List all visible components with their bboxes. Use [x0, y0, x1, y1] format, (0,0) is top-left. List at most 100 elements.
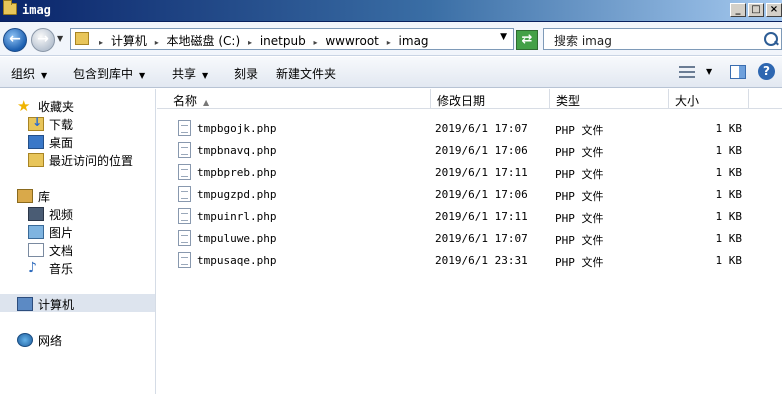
file-date: 2019/6/1 17:06 — [435, 188, 528, 201]
file-size: 1 KB — [715, 254, 743, 267]
nav-item-music[interactable]: ♪ 音乐 — [28, 259, 73, 277]
nav-item-computer[interactable]: 计算机 — [17, 295, 74, 313]
breadcrumb-item-inetpub[interactable]: inetpub — [260, 34, 306, 48]
chevron-down-icon[interactable]: ▼ — [706, 67, 712, 76]
pictures-icon — [28, 225, 44, 239]
php-file-icon — [178, 208, 191, 224]
file-type: PHP 文件 — [555, 124, 604, 137]
file-date: 2019/6/1 17:11 — [435, 166, 528, 179]
nav-item-favorites[interactable]: ★ 收藏夹 — [17, 97, 74, 115]
navigation-pane: ★ 收藏夹 下载 桌面 最近访问的位置 库 视频 图片 文档 ♪ 音乐 计算机 … — [0, 89, 156, 394]
column-header-name[interactable]: 名称 ▲ — [167, 89, 431, 109]
nav-item-downloads[interactable]: 下载 — [28, 115, 73, 133]
file-row[interactable]: tmpugzpd.php 2019/6/1 17:06 PHP 文件 1 KB — [157, 183, 782, 205]
file-date: 2019/6/1 17:07 — [435, 232, 528, 245]
php-file-icon — [178, 252, 191, 268]
network-icon — [17, 333, 33, 347]
breadcrumb-item-computer[interactable]: 计算机 — [111, 34, 147, 48]
desktop-icon — [28, 135, 44, 149]
share-label: 共享 — [172, 67, 197, 81]
php-file-icon — [178, 186, 191, 202]
sort-ascending-icon: ▲ — [203, 98, 210, 107]
nav-item-recent[interactable]: 最近访问的位置 — [28, 151, 133, 169]
chevron-right-icon[interactable]: ▸ — [314, 38, 318, 47]
close-button[interactable]: × — [766, 3, 782, 17]
search-icon[interactable] — [762, 30, 780, 48]
file-name: tmpbpreb.php — [197, 166, 277, 179]
forward-button[interactable]: → — [31, 28, 55, 52]
search-input[interactable]: 搜索 imag — [543, 28, 782, 50]
share-button[interactable]: 共享 ▼ — [172, 65, 208, 82]
nav-label: 图片 — [49, 225, 74, 240]
preview-pane-icon[interactable] — [730, 65, 746, 79]
breadcrumb-item-imag[interactable]: imag — [399, 34, 429, 48]
new-folder-button[interactable]: 新建文件夹 — [276, 65, 336, 82]
nav-item-videos[interactable]: 视频 — [28, 205, 73, 223]
file-date: 2019/6/1 17:07 — [435, 122, 528, 135]
file-type: PHP 文件 — [555, 168, 604, 181]
chevron-down-icon: ▼ — [139, 71, 146, 80]
php-file-icon — [178, 230, 191, 246]
chevron-right-icon[interactable]: ▸ — [155, 38, 159, 47]
nav-item-documents[interactable]: 文档 — [28, 241, 73, 259]
chevron-right-icon[interactable]: ▸ — [248, 38, 252, 47]
refresh-button[interactable]: ⇄ — [516, 30, 538, 50]
column-header-row: 名称 ▲ 修改日期 类型 大小 — [157, 89, 782, 109]
nav-label: 收藏夹 — [38, 99, 75, 114]
nav-label: 最近访问的位置 — [49, 153, 134, 168]
window-title: imag — [22, 3, 51, 17]
chevron-right-icon[interactable]: ▸ — [387, 38, 391, 47]
nav-label: 音乐 — [49, 261, 74, 276]
file-date: 2019/6/1 23:31 — [435, 254, 528, 267]
nav-item-desktop[interactable]: 桌面 — [28, 133, 73, 151]
back-button[interactable]: ← — [3, 28, 27, 52]
file-row[interactable]: tmpuluwe.php 2019/6/1 17:07 PHP 文件 1 KB — [157, 227, 782, 249]
history-dropdown-icon[interactable]: ▼ — [57, 34, 63, 43]
maximize-button[interactable]: □ — [748, 3, 764, 17]
nav-item-libraries[interactable]: 库 — [17, 187, 50, 205]
refresh-icon: ⇄ — [521, 32, 533, 47]
breadcrumb-item-drive[interactable]: 本地磁盘 (C:) — [167, 34, 241, 48]
help-icon[interactable]: ? — [758, 63, 775, 80]
file-row[interactable]: tmpuinrl.php 2019/6/1 17:11 PHP 文件 1 KB — [157, 205, 782, 227]
organize-button[interactable]: 组织 ▼ — [11, 65, 47, 82]
breadcrumb: ▸ 计算机 ▸ 本地磁盘 (C:) ▸ inetpub ▸ wwwroot ▸ … — [95, 32, 429, 49]
file-row[interactable]: tmpbpreb.php 2019/6/1 17:11 PHP 文件 1 KB — [157, 161, 782, 183]
file-row[interactable]: tmpusaqe.php 2019/6/1 23:31 PHP 文件 1 KB — [157, 249, 782, 271]
file-name: tmpugzpd.php — [197, 188, 277, 201]
organize-label: 组织 — [11, 67, 36, 81]
column-header-name-label: 名称 — [173, 94, 198, 108]
breadcrumb-item-wwwroot[interactable]: wwwroot — [325, 34, 379, 48]
file-type: PHP 文件 — [555, 212, 604, 225]
burn-button[interactable]: 刻录 — [234, 65, 258, 82]
address-dropdown-icon[interactable]: ▼ — [500, 32, 507, 42]
documents-icon — [28, 243, 44, 257]
file-row[interactable]: tmpbgojk.php 2019/6/1 17:07 PHP 文件 1 KB — [157, 117, 782, 139]
column-header-date[interactable]: 修改日期 — [431, 89, 550, 109]
include-in-library-label: 包含到库中 — [73, 67, 134, 81]
file-type: PHP 文件 — [555, 234, 604, 247]
file-row[interactable]: tmpbnavq.php 2019/6/1 17:06 PHP 文件 1 KB — [157, 139, 782, 161]
php-file-icon — [178, 164, 191, 180]
nav-label: 下载 — [49, 117, 74, 132]
nav-label: 网络 — [38, 333, 63, 348]
file-name: tmpuinrl.php — [197, 210, 277, 223]
nav-label: 文档 — [49, 243, 74, 258]
file-date: 2019/6/1 17:11 — [435, 210, 528, 223]
php-file-icon — [178, 120, 191, 136]
minimize-button[interactable]: _ — [730, 3, 746, 17]
nav-item-network[interactable]: 网络 — [17, 331, 62, 349]
chevron-right-icon[interactable]: ▸ — [99, 38, 103, 47]
column-header-size[interactable]: 大小 — [669, 89, 749, 109]
column-header-type[interactable]: 类型 — [550, 89, 669, 109]
address-bar[interactable]: ▸ 计算机 ▸ 本地磁盘 (C:) ▸ inetpub ▸ wwwroot ▸ … — [70, 28, 514, 50]
nav-label: 视频 — [49, 207, 74, 222]
view-options-icon[interactable] — [679, 66, 695, 78]
music-icon: ♪ — [28, 260, 37, 276]
file-size: 1 KB — [715, 210, 743, 223]
nav-item-pictures[interactable]: 图片 — [28, 223, 73, 241]
file-name: tmpuluwe.php — [197, 232, 277, 245]
include-in-library-button[interactable]: 包含到库中 ▼ — [73, 65, 145, 82]
arrow-left-icon: ← — [9, 31, 21, 47]
file-size: 1 KB — [715, 122, 743, 135]
